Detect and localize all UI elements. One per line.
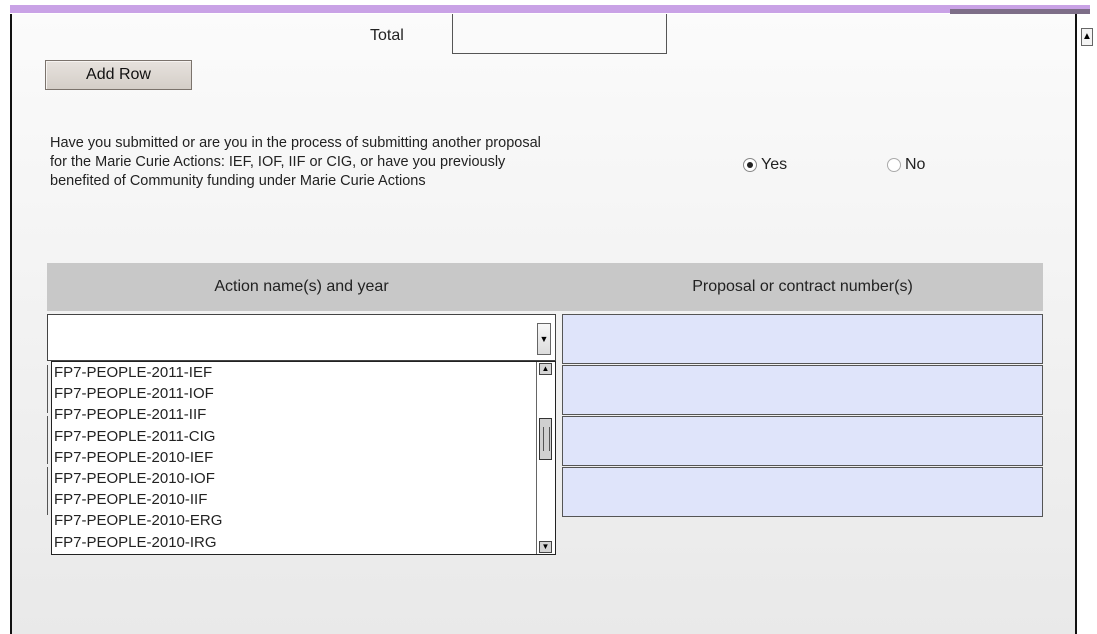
scroll-up-icon[interactable]: ▲ — [1081, 28, 1093, 46]
radio-no-label: No — [905, 156, 926, 173]
proposal-number-field[interactable] — [562, 314, 1043, 364]
radio-no[interactable]: No — [887, 156, 925, 174]
dropdown-option[interactable]: FP7-PEOPLE-2011-IIF — [52, 404, 555, 425]
dropdown-scrollbar[interactable]: ▲ ▼ — [536, 362, 555, 554]
total-label: Total — [370, 27, 404, 44]
accent-strip — [10, 5, 1090, 13]
action-select[interactable]: ▼ — [47, 314, 556, 361]
scroll-up-icon[interactable]: ▲ — [539, 363, 552, 375]
column-header-proposal: Proposal or contract number(s) — [692, 278, 913, 295]
chevron-down-icon[interactable]: ▼ — [537, 323, 551, 355]
column-header-action: Action name(s) and year — [214, 278, 389, 295]
marie-curie-question: Have you submitted or are you in the pro… — [50, 134, 690, 191]
proposal-number-field[interactable] — [562, 365, 1043, 415]
page-scrollbar[interactable]: ▲ — [1078, 14, 1097, 634]
dropdown-option[interactable]: FP7-PEOPLE-2010-IRG — [52, 532, 555, 553]
dropdown-option[interactable]: FP7-PEOPLE-2011-CIG — [52, 426, 555, 447]
table-header: Action name(s) and year Proposal or cont… — [47, 263, 1043, 311]
scrollbar-thumb[interactable] — [539, 418, 552, 460]
question-line: for the Marie Curie Actions: IEF, IOF, I… — [50, 154, 506, 170]
dropdown-option[interactable]: FP7-PEOPLE-2011-IEF — [52, 362, 555, 383]
dropdown-option[interactable]: FP7-PEOPLE-2010-IIF — [52, 489, 555, 510]
dropdown-option[interactable]: FP7-PEOPLE-2010-IOF — [52, 468, 555, 489]
question-line: Have you submitted or are you in the pro… — [50, 135, 541, 151]
dropdown-option[interactable]: FP7-PEOPLE-2010-IEF — [52, 447, 555, 468]
total-field[interactable] — [452, 14, 667, 54]
question-line: benefited of Community funding under Mar… — [50, 173, 426, 189]
add-row-button[interactable]: Add Row — [45, 60, 192, 90]
dropdown-option[interactable]: FP7-PEOPLE-2011-IOF — [52, 383, 555, 404]
scroll-down-icon[interactable]: ▼ — [539, 541, 552, 553]
radio-unselected-icon[interactable] — [887, 158, 901, 172]
dropdown-option[interactable]: FP7-PEOPLE-2010-ERG — [52, 510, 555, 531]
radio-yes-label: Yes — [761, 156, 788, 173]
action-dropdown-list[interactable]: FP7-PEOPLE-2011-IEF FP7-PEOPLE-2011-IOF … — [51, 361, 556, 555]
radio-selected-icon[interactable] — [743, 158, 757, 172]
window-top-bar — [0, 0, 1097, 14]
proposal-number-field[interactable] — [562, 416, 1043, 466]
radio-yes[interactable]: Yes — [743, 156, 787, 174]
proposal-number-field[interactable] — [562, 467, 1043, 517]
